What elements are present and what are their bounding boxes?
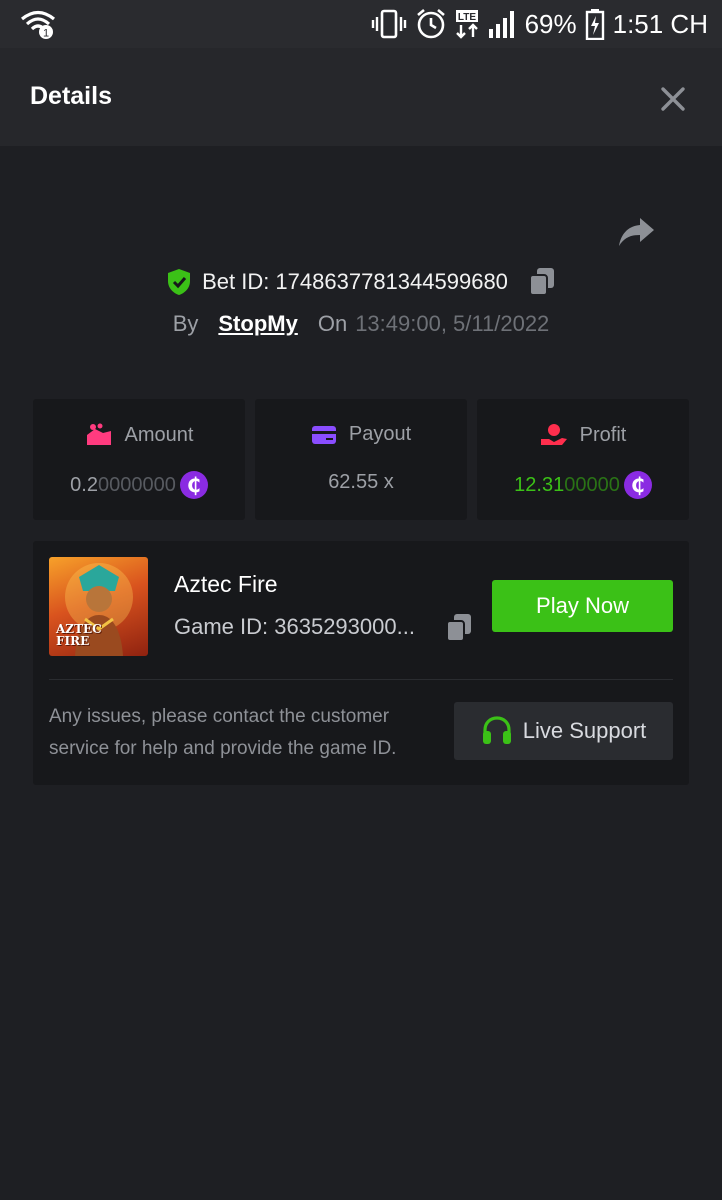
game-id: Game ID: 3635293000...: [174, 614, 415, 639]
profit-label: Profit: [579, 423, 627, 446]
by-label: By: [172, 311, 199, 336]
bet-amount-icon: [86, 423, 111, 445]
copy-icon[interactable]: [445, 613, 473, 643]
play-now-button[interactable]: Play Now: [492, 580, 673, 632]
bet-meta: By StopMy On 13:49:00, 5/11/2022: [0, 308, 722, 340]
copy-icon[interactable]: [528, 267, 556, 297]
live-support-button[interactable]: Live Support: [454, 702, 673, 760]
wallet-card-icon: [311, 425, 336, 444]
details-header: Details: [0, 48, 722, 146]
close-icon[interactable]: [656, 82, 690, 116]
game-thumbnail[interactable]: AZTEC FIRE: [49, 557, 148, 656]
amount-label: Amount: [124, 423, 194, 446]
profit-hand-icon: [540, 424, 567, 445]
divider: [49, 679, 673, 680]
profit-value: 12.31: [514, 473, 565, 496]
amount-card: Amount 0.2 0000000 ₵: [33, 399, 245, 520]
live-support-label: Live Support: [522, 718, 647, 743]
amount-value-decimals: 0000000: [97, 473, 176, 496]
headset-icon: [482, 716, 511, 744]
svg-text:1: 1: [43, 28, 49, 40]
user-link[interactable]: StopMy: [218, 311, 297, 337]
signal-icon: [488, 11, 514, 38]
profit-value-decimals: 00000: [564, 473, 620, 496]
game-name: Aztec Fire: [174, 571, 278, 597]
bet-id: Bet ID: 1748637781344599680: [202, 269, 508, 294]
bet-id-row: Bet ID: 1748637781344599680: [0, 264, 722, 300]
vibrate-icon: [371, 9, 406, 39]
status-bar: 1 LTE 69% 1:51 CH: [0, 0, 722, 48]
battery-percent: 69%: [524, 8, 577, 39]
wifi-icon: 1: [20, 10, 56, 40]
share-icon[interactable]: [616, 214, 656, 250]
coin-icon: ₵: [179, 471, 208, 499]
payout-label: Payout: [348, 423, 412, 445]
on-label: On: [317, 311, 348, 336]
thumb-title-line2: FIRE: [56, 634, 90, 648]
alarm-icon: [416, 9, 445, 39]
svg-text:LTE: LTE: [457, 12, 475, 23]
amount-value: 0.2: [70, 473, 98, 496]
battery-icon: [585, 9, 604, 40]
payout-value: 62.55 x: [328, 471, 394, 493]
payout-card: Payout 62.55 x: [255, 399, 467, 520]
page-title: Details: [30, 82, 112, 110]
shield-check-icon: [168, 269, 191, 295]
support-notice: Any issues, please contact the customer …: [49, 706, 397, 759]
profit-card: Profit 12.31 00000 ₵: [477, 399, 689, 520]
clock: 1:51 CH: [612, 8, 708, 39]
coin-icon: ₵: [623, 471, 652, 499]
game-card: AZTEC FIRE Aztec Fire Game ID: 363529300…: [33, 541, 689, 785]
lte-icon: LTE: [455, 10, 478, 39]
bet-datetime: 13:49:00, 5/11/2022: [355, 311, 550, 336]
